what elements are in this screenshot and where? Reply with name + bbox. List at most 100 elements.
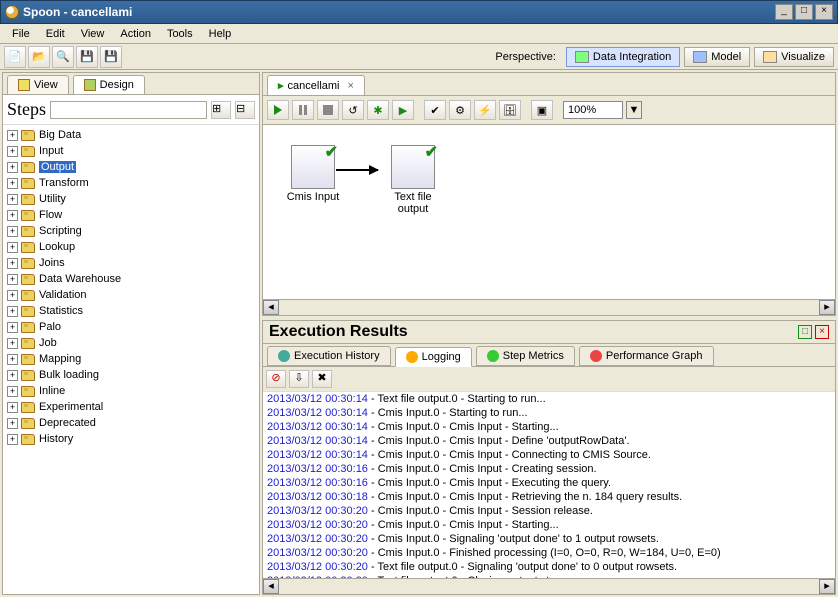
pause-button[interactable] <box>292 100 314 120</box>
replay-button[interactable]: ▶ <box>392 100 414 120</box>
explore-button[interactable]: 🔍 <box>52 46 74 68</box>
perspective-model[interactable]: Model <box>684 47 750 67</box>
results-tab-performance-graph[interactable]: Performance Graph <box>579 346 714 366</box>
expand-icon[interactable]: + <box>7 306 18 317</box>
tab-close-icon[interactable]: × <box>348 80 354 92</box>
steps-filter-input[interactable] <box>50 101 207 119</box>
results-tab-step-metrics[interactable]: Step Metrics <box>476 346 575 366</box>
perspective-visualize[interactable]: Visualize <box>754 47 834 67</box>
tab-design[interactable]: Design <box>73 75 145 94</box>
stop-button[interactable] <box>317 100 339 120</box>
save-as-button[interactable]: 💾 <box>100 46 122 68</box>
canvas-tab[interactable]: ▸ cancellami × <box>267 75 365 95</box>
expand-icon[interactable]: + <box>7 434 18 445</box>
expand-icon[interactable]: + <box>7 258 18 269</box>
expand-icon[interactable]: + <box>7 146 18 157</box>
perspective-data-integration[interactable]: Data Integration <box>566 47 680 67</box>
menu-help[interactable]: Help <box>201 26 240 42</box>
run-button[interactable] <box>267 100 289 120</box>
tree-item-deprecated[interactable]: +Deprecated <box>5 415 257 431</box>
tree-item-history[interactable]: + History <box>5 431 257 447</box>
new-button[interactable]: 📄 <box>4 46 26 68</box>
tree-label: History <box>39 433 73 445</box>
expand-icon[interactable]: + <box>7 130 18 141</box>
expand-icon[interactable]: + <box>7 274 18 285</box>
expand-icon[interactable]: + <box>7 338 18 349</box>
check-button[interactable]: ✔ <box>424 100 446 120</box>
expand-icon[interactable]: + <box>7 162 18 173</box>
expand-icon[interactable]: + <box>7 194 18 205</box>
tree-item-big-data[interactable]: +Big Data <box>5 127 257 143</box>
results-tab-logging[interactable]: Logging <box>395 347 472 367</box>
expand-icon[interactable]: + <box>7 386 18 397</box>
scroll-right-icon[interactable]: ▸ <box>819 300 835 315</box>
explore-db-button[interactable]: 🗄 <box>499 100 521 120</box>
tree-item-inline[interactable]: +Inline <box>5 383 257 399</box>
expand-icon[interactable]: + <box>7 402 18 413</box>
menu-view[interactable]: View <box>73 26 113 42</box>
expand-icon[interactable]: + <box>7 354 18 365</box>
tree-item-utility[interactable]: +Utility <box>5 191 257 207</box>
tree-item-scripting[interactable]: +Scripting <box>5 223 257 239</box>
folder-icon <box>21 242 35 253</box>
expand-icon[interactable]: + <box>7 178 18 189</box>
tree-item-lookup[interactable]: +Lookup <box>5 239 257 255</box>
results-title: Execution Results <box>269 323 795 341</box>
menu-action[interactable]: Action <box>112 26 159 42</box>
expand-icon[interactable]: + <box>7 418 18 429</box>
tab-view[interactable]: View <box>7 75 69 94</box>
tree-item-data-warehouse[interactable]: +Data Warehouse <box>5 271 257 287</box>
steps-tree[interactable]: +Big Data+Input+Output+Transform+Utility… <box>3 125 259 594</box>
menu-tools[interactable]: Tools <box>159 26 201 42</box>
node-txt[interactable]: ✔Text file output <box>383 145 443 215</box>
tree-item-bulk-loading[interactable]: +Bulk loading <box>5 367 257 383</box>
scroll-left-icon[interactable]: ◂ <box>263 300 279 315</box>
tree-item-statistics[interactable]: +Statistics <box>5 303 257 319</box>
debug-button[interactable]: ✱ <box>367 100 389 120</box>
minimize-button[interactable]: _ <box>775 4 793 20</box>
steps-collapse-button[interactable]: ⊟ <box>235 101 255 119</box>
preview-button[interactable]: ↺ <box>342 100 364 120</box>
expand-icon[interactable]: + <box>7 370 18 381</box>
node-cmis[interactable]: ✔Cmis Input <box>283 145 343 203</box>
zoom-dropdown-icon[interactable]: ▼ <box>626 101 642 119</box>
log-settings-button[interactable]: ⇩ <box>289 370 309 388</box>
log-tools-button[interactable]: ✖ <box>312 370 332 388</box>
tree-item-output[interactable]: +Output <box>5 159 257 175</box>
sql-button[interactable]: ⚡ <box>474 100 496 120</box>
scroll-right-icon[interactable]: ▸ <box>819 579 835 594</box>
design-canvas[interactable]: ✔Cmis Input ✔Text file output <box>263 125 835 299</box>
menu-file[interactable]: File <box>4 26 38 42</box>
log-hscroll[interactable]: ◂ ▸ <box>263 578 835 594</box>
expand-icon[interactable]: + <box>7 226 18 237</box>
zoom-select[interactable]: 100% <box>563 101 623 119</box>
save-button[interactable]: 💾 <box>76 46 98 68</box>
expand-icon[interactable]: + <box>7 242 18 253</box>
tree-item-flow[interactable]: +Flow <box>5 207 257 223</box>
close-button[interactable]: × <box>815 4 833 20</box>
open-button[interactable]: 📂 <box>28 46 50 68</box>
results-tab-execution-history[interactable]: Execution History <box>267 346 391 366</box>
steps-expand-button[interactable]: ⊞ <box>211 101 231 119</box>
log-clear-button[interactable]: ⊘ <box>266 370 286 388</box>
canvas-hscroll[interactable]: ◂ ▸ <box>263 299 835 315</box>
maximize-button[interactable]: □ <box>795 4 813 20</box>
scroll-left-icon[interactable]: ◂ <box>263 579 279 594</box>
expand-icon[interactable]: + <box>7 322 18 333</box>
results-min-button[interactable]: □ <box>798 325 812 339</box>
menu-edit[interactable]: Edit <box>38 26 73 42</box>
tree-item-palo[interactable]: +Palo <box>5 319 257 335</box>
tree-item-transform[interactable]: +Transform <box>5 175 257 191</box>
log-output[interactable]: 2013/03/12 00:30:14 - Text file output.0… <box>263 392 835 578</box>
tree-item-joins[interactable]: +Joins <box>5 255 257 271</box>
tree-item-validation[interactable]: +Validation <box>5 287 257 303</box>
tree-item-job[interactable]: +Job <box>5 335 257 351</box>
impact-button[interactable]: ⚙ <box>449 100 471 120</box>
show-results-button[interactable]: ▣ <box>531 100 553 120</box>
expand-icon[interactable]: + <box>7 210 18 221</box>
tree-item-experimental[interactable]: +Experimental <box>5 399 257 415</box>
tree-item-mapping[interactable]: +Mapping <box>5 351 257 367</box>
results-close-button[interactable]: × <box>815 325 829 339</box>
expand-icon[interactable]: + <box>7 290 18 301</box>
tree-item-input[interactable]: +Input <box>5 143 257 159</box>
